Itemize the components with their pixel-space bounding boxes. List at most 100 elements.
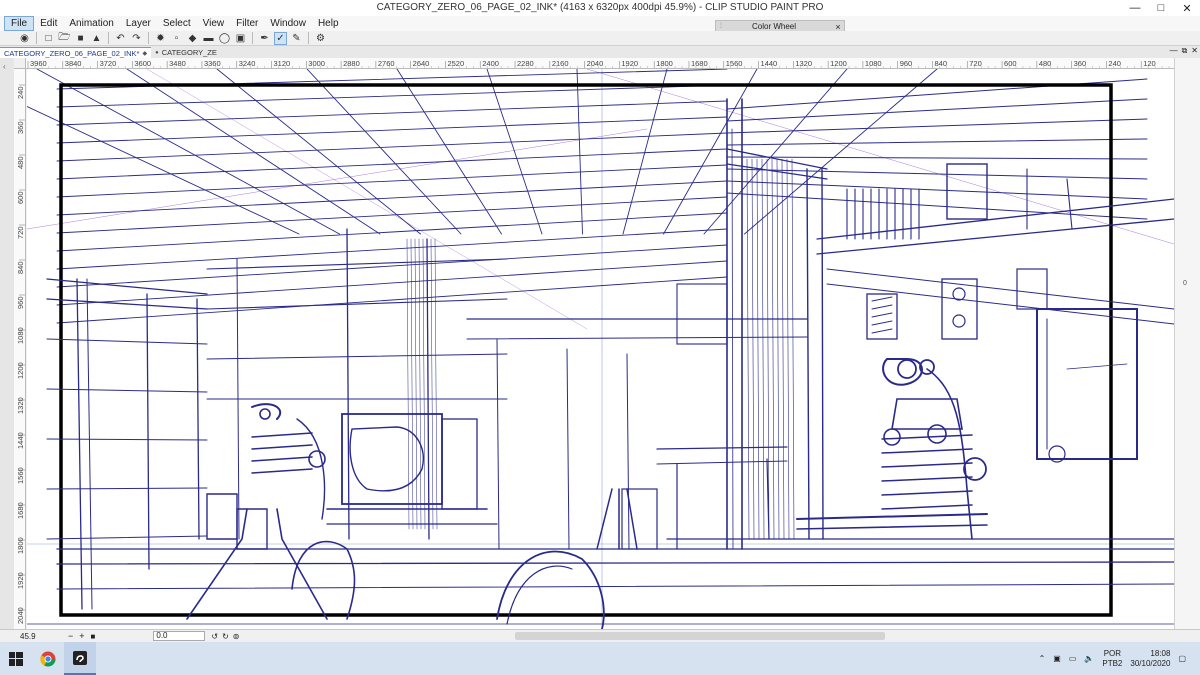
window-title: CATEGORY_ZERO_06_PAGE_02_INK* (4163 x 63… xyxy=(376,2,824,13)
ruler-label: 2520 xyxy=(447,59,464,68)
reset-rotation-icon[interactable]: ⊚ xyxy=(233,632,240,641)
tab-minimize-icon[interactable]: — xyxy=(1170,46,1178,56)
separator xyxy=(252,32,253,44)
document-tabs: CATEGORY_ZERO_06_PAGE_02_INK* ◆ ● CATEGO… xyxy=(0,46,1200,58)
doc-tab-2[interactable]: ● CATEGORY_ZE xyxy=(151,47,221,58)
fit-icon[interactable]: ■ xyxy=(91,632,96,641)
ruler-top-scale: 3960 3840 3720 3600 3480 3360 3240 3120 3000 2880… xyxy=(27,59,1170,68)
command-bar: ◉ □ 🗁 ■ ▲ ↶ ↷ ✹ ▫ ◆ ▬ ◯ ▣ ✒ ✓ ✎ ⚙ xyxy=(0,31,1200,46)
drawing-canvas[interactable] xyxy=(27,69,1174,629)
close-icon[interactable]: ✕ xyxy=(1174,0,1200,16)
tab-restore-icon[interactable]: ⧉ xyxy=(1182,46,1188,56)
tab-close-icon[interactable]: ✕ xyxy=(1191,46,1198,56)
open-icon[interactable]: 🗁 xyxy=(58,32,71,45)
menu-bar: File Edit Animation Layer Select View Fi… xyxy=(0,16,1200,31)
redo-icon[interactable]: ↷ xyxy=(130,32,143,45)
windows-start-icon[interactable] xyxy=(0,642,32,675)
ruler-label: 1200 xyxy=(830,59,847,68)
chevron-up-icon[interactable]: ⌃ xyxy=(1039,654,1046,663)
battery-icon[interactable]: ▭ xyxy=(1069,654,1077,663)
ruler-label: 3240 xyxy=(239,59,256,68)
menu-file[interactable]: File xyxy=(4,16,35,31)
menu-layer[interactable]: Layer xyxy=(120,16,157,31)
ruler-label: 720 xyxy=(969,59,982,68)
lasso-icon[interactable]: ✹ xyxy=(154,32,167,45)
ruler-label: 2160 xyxy=(552,59,569,68)
ruler-label: 1680 xyxy=(16,502,25,519)
close-icon[interactable]: × xyxy=(832,22,844,32)
rotation-value[interactable]: 0.0 xyxy=(153,631,206,641)
ruler-label: 1680 xyxy=(691,59,708,68)
transform-icon[interactable]: ◯ xyxy=(218,32,231,45)
network-icon[interactable]: ▣ xyxy=(1053,654,1061,663)
ruler-label: 2880 xyxy=(343,59,360,68)
rotate-right-icon[interactable]: ↻ xyxy=(222,632,229,641)
menu-select[interactable]: Select xyxy=(157,16,197,31)
lab-sketch-artwork xyxy=(27,69,1174,629)
ruler-label: 1560 xyxy=(16,467,25,484)
ruler-label: 2760 xyxy=(378,59,395,68)
undo-icon[interactable]: ↶ xyxy=(114,32,127,45)
pen-active-icon[interactable]: ✓ xyxy=(274,31,287,45)
ruler-left: 240 360 480 600 720 840 960 1080 1200 1320 1440 156… xyxy=(14,69,26,629)
rotate-left-icon[interactable]: ↺ xyxy=(211,632,218,641)
window-controls: — □ ✕ xyxy=(1122,0,1200,16)
ruler-label: 3600 xyxy=(134,59,151,68)
chrome-icon[interactable] xyxy=(32,642,64,675)
lang-bottom: PTB2 xyxy=(1102,658,1123,668)
menu-help[interactable]: Help xyxy=(312,16,345,31)
clock-time: 18:08 xyxy=(1150,648,1171,658)
clear-icon[interactable]: ▫ xyxy=(170,32,183,45)
collapse-icon[interactable]: ‹ xyxy=(3,62,6,71)
left-tool-strip: ‹ xyxy=(0,58,14,629)
menu-animation[interactable]: Animation xyxy=(63,16,119,31)
ruler-label: 3360 xyxy=(204,59,221,68)
maximize-icon[interactable]: □ xyxy=(1148,0,1174,16)
ruler-label: 3000 xyxy=(308,59,325,68)
ruler-label: 720 xyxy=(16,226,25,239)
tab-dot-icon[interactable]: ● xyxy=(155,50,159,56)
fill-icon[interactable]: ◆ xyxy=(186,32,199,45)
language-indicator[interactable]: POR PTB2 xyxy=(1102,649,1122,669)
ruler-label: 360 xyxy=(16,121,25,134)
menu-filter[interactable]: Filter xyxy=(230,16,264,31)
zoom-in-icon[interactable]: + xyxy=(79,631,84,641)
system-tray: ⌃ ▣ ▭ 🔈 POR PTB2 18:08 30/10/2020 ▢ xyxy=(1039,642,1200,675)
clock-date: 30/10/2020 xyxy=(1130,658,1171,668)
save-icon[interactable]: ■ xyxy=(74,32,87,45)
pressure-icon[interactable]: ✎ xyxy=(290,32,303,45)
ruler-label: 3840 xyxy=(65,59,82,68)
minimize-icon[interactable]: — xyxy=(1122,0,1148,16)
pen-icon[interactable]: ✒ xyxy=(258,32,271,45)
eraser-icon[interactable]: ▬ xyxy=(202,32,215,45)
doc-tab-1[interactable]: CATEGORY_ZERO_06_PAGE_02_INK* ◆ xyxy=(0,47,152,58)
panel-marker-icon: 0 xyxy=(1183,280,1187,287)
ruler-label: 1320 xyxy=(795,59,812,68)
ruler-label: 3720 xyxy=(100,59,117,68)
sketch-strokes xyxy=(27,69,1174,629)
horizontal-scrollbar[interactable] xyxy=(515,632,885,640)
status-bar: 45.9 − + ■ 0.0 ↺ ↻ ⊚ xyxy=(0,629,1200,642)
ruler-label: 120 xyxy=(1143,59,1156,68)
title-bar: CATEGORY_ZERO_06_PAGE_02_INK* (4163 x 63… xyxy=(0,0,1200,16)
tab-controls: — ⧉ ✕ xyxy=(1170,46,1198,56)
clip-studio-icon[interactable]: ◉ xyxy=(18,32,31,45)
export-icon[interactable]: ▲ xyxy=(90,32,103,45)
ruler-label: 240 xyxy=(1108,59,1121,68)
ruler-label: 840 xyxy=(934,59,947,68)
grip-icon[interactable]: ⋮ xyxy=(718,22,724,29)
tab-dot-icon[interactable]: ◆ xyxy=(142,50,147,57)
menu-view[interactable]: View xyxy=(197,16,231,31)
crop-icon[interactable]: ▣ xyxy=(234,32,247,45)
notification-icon[interactable]: ▢ xyxy=(1178,654,1186,663)
settings-icon[interactable]: ⚙ xyxy=(314,32,327,45)
zoom-out-icon[interactable]: − xyxy=(68,631,73,641)
ruler-label: 1800 xyxy=(16,537,25,554)
clock[interactable]: 18:08 30/10/2020 xyxy=(1130,649,1170,669)
menu-window[interactable]: Window xyxy=(264,16,312,31)
clip-studio-icon[interactable] xyxy=(64,642,96,675)
volume-icon[interactable]: 🔈 xyxy=(1084,654,1094,663)
new-icon[interactable]: □ xyxy=(42,32,55,45)
zoom-value[interactable]: 45.9 xyxy=(20,632,60,641)
ruler-label: 2280 xyxy=(517,59,534,68)
